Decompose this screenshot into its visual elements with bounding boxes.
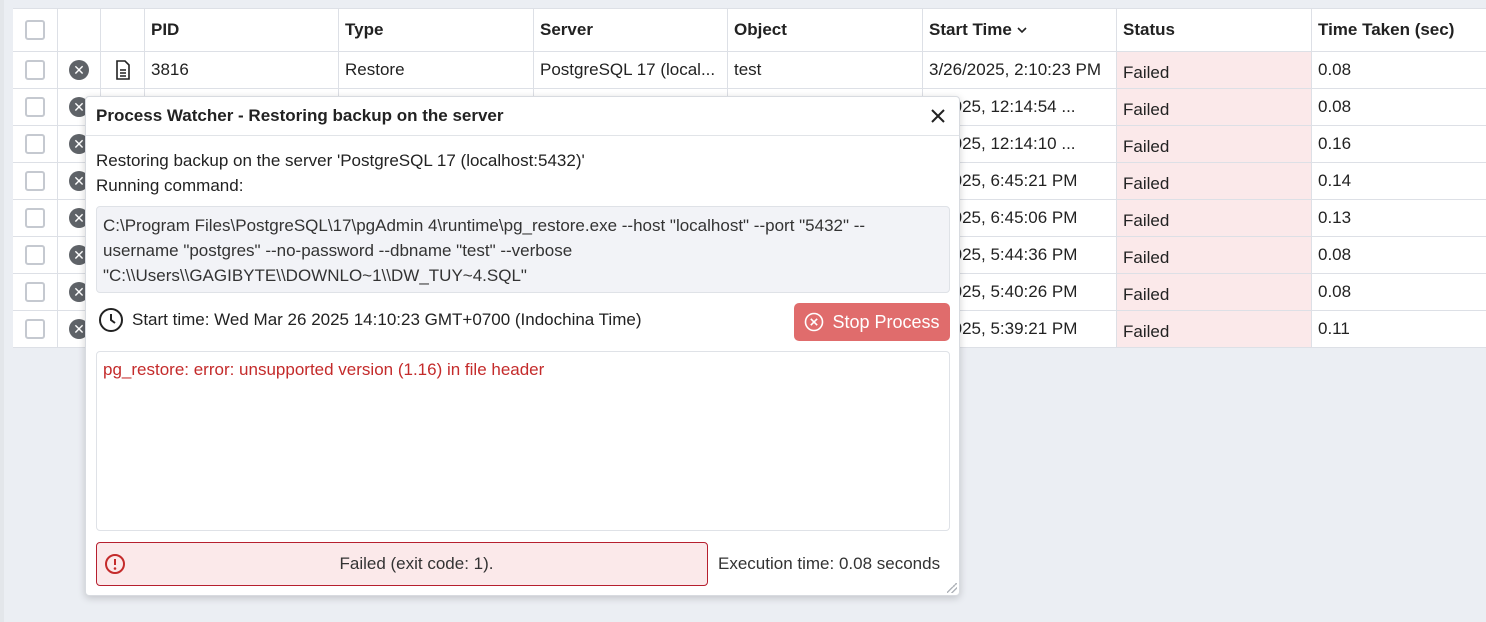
cell-time-taken: 0.16 <box>1318 134 1352 153</box>
cell-time-taken: 0.14 <box>1318 171 1352 190</box>
status-badge: Failed <box>1123 136 1170 156</box>
cell-status: Failed <box>1117 200 1312 236</box>
row-cancel-cell[interactable]: ✕ <box>58 52 101 88</box>
column-header-type[interactable]: Type <box>339 9 534 51</box>
column-header-start-time[interactable]: Start Time <box>923 9 1117 51</box>
process-watcher-dialog: Process Watcher - Restoring backup on th… <box>85 96 960 596</box>
table-row[interactable]: ✕ 3816 Restore PostgreSQL 17 (local... t… <box>13 52 1486 89</box>
row-select-cell[interactable] <box>13 274 58 310</box>
status-badge: Failed <box>1123 173 1170 193</box>
cell-status: Failed <box>1117 237 1312 273</box>
status-badge: Failed <box>1123 210 1170 230</box>
row-log-cell[interactable] <box>101 52 145 88</box>
row-checkbox[interactable] <box>25 245 45 265</box>
row-select-cell[interactable] <box>13 200 58 236</box>
dialog-description: Restoring backup on the server 'PostgreS… <box>96 148 585 198</box>
document-icon[interactable] <box>114 60 132 80</box>
status-badge: Failed <box>1123 99 1170 119</box>
row-select-cell[interactable] <box>13 126 58 162</box>
cancel-circle-icon[interactable]: ✕ <box>69 60 89 80</box>
row-checkbox[interactable] <box>25 282 45 302</box>
column-header-start-time-label: Start Time <box>929 20 1012 39</box>
stop-process-label: Stop Process <box>832 311 940 332</box>
cell-status: Failed <box>1117 126 1312 162</box>
description-line-2: Running command: <box>96 176 244 195</box>
clock-icon <box>99 308 123 332</box>
header-log-col <box>101 9 145 51</box>
page-edge <box>0 0 4 622</box>
chevron-down-icon[interactable] <box>1016 24 1028 36</box>
row-select-cell[interactable] <box>13 311 58 347</box>
close-icon[interactable] <box>927 105 949 127</box>
start-time-row: Start time: Wed Mar 26 2025 14:10:23 GMT… <box>98 307 641 333</box>
select-all-checkbox[interactable] <box>25 20 45 40</box>
cell-type: Restore <box>339 52 534 88</box>
cell-time-taken: 0.11 <box>1318 319 1350 338</box>
cell-server: PostgreSQL 17 (local... <box>534 52 728 88</box>
cell-status: Failed <box>1117 52 1312 88</box>
status-badge: Failed <box>1123 284 1170 304</box>
row-checkbox[interactable] <box>25 171 45 191</box>
stop-circle-icon <box>805 312 824 332</box>
cell-time-taken: 0.08 <box>1318 282 1352 301</box>
status-badge: Failed <box>1123 247 1170 267</box>
status-badge: Failed <box>1123 62 1170 82</box>
column-header-time-taken[interactable]: Time Taken (sec) <box>1312 9 1486 51</box>
cell-time-taken: 0.08 <box>1318 97 1352 116</box>
row-checkbox[interactable] <box>25 60 45 80</box>
status-badge: Failed <box>1123 321 1170 341</box>
row-select-cell[interactable] <box>13 237 58 273</box>
process-status-banner: Failed (exit code: 1). <box>96 542 708 586</box>
log-error-line: pg_restore: error: unsupported version (… <box>103 360 545 379</box>
cell-status: Failed <box>1117 274 1312 310</box>
row-select-cell[interactable] <box>13 163 58 199</box>
header-cancel-col <box>58 9 101 51</box>
stop-process-button[interactable]: Stop Process <box>794 303 950 341</box>
row-checkbox[interactable] <box>25 319 45 339</box>
column-header-object[interactable]: Object <box>728 9 923 51</box>
execution-time: Execution time: 0.08 seconds <box>718 554 941 573</box>
cell-pid: 3816 <box>145 52 339 88</box>
command-line-3: "C:\\Users\\GAGIBYTE\\DOWNLO~1\\DW_TUY~4… <box>103 266 527 285</box>
column-header-server[interactable]: Server <box>534 9 728 51</box>
cell-time-taken: 0.08 <box>1318 245 1352 264</box>
command-line-2: username "postgres" --no-password --dbna… <box>103 241 573 260</box>
cell-object: test <box>728 52 923 88</box>
cell-status: Failed <box>1117 89 1312 125</box>
command-line-1: C:\Program Files\PostgreSQL\17\pgAdmin 4… <box>103 216 866 235</box>
log-output[interactable]: pg_restore: error: unsupported version (… <box>96 351 950 531</box>
cell-status: Failed <box>1117 311 1312 347</box>
cell-start-time: 3/26/2025, 2:10:23 PM <box>923 52 1117 88</box>
resize-handle[interactable] <box>947 583 957 593</box>
description-line-1: Restoring backup on the server 'PostgreS… <box>96 151 585 170</box>
dialog-header: Process Watcher - Restoring backup on th… <box>86 97 959 136</box>
row-select-cell[interactable] <box>13 52 58 88</box>
alert-circle-icon <box>105 554 125 574</box>
header-select-all[interactable] <box>13 9 58 51</box>
start-time-text: Start time: Wed Mar 26 2025 14:10:23 GMT… <box>132 310 642 329</box>
command-box: C:\Program Files\PostgreSQL\17\pgAdmin 4… <box>96 206 950 293</box>
column-header-pid[interactable]: PID <box>145 9 339 51</box>
row-checkbox[interactable] <box>25 134 45 154</box>
dialog-title: Process Watcher - Restoring backup on th… <box>96 106 504 125</box>
cell-time-taken: 0.08 <box>1318 60 1352 79</box>
cell-time-taken: 0.13 <box>1318 208 1352 227</box>
column-header-status[interactable]: Status <box>1117 9 1312 51</box>
table-header-row: PID Type Server Object Start Time Status… <box>13 9 1486 52</box>
row-checkbox[interactable] <box>25 208 45 228</box>
row-checkbox[interactable] <box>25 97 45 117</box>
cell-status: Failed <box>1117 163 1312 199</box>
process-status-text: Failed (exit code: 1). <box>339 554 494 573</box>
row-select-cell[interactable] <box>13 89 58 125</box>
